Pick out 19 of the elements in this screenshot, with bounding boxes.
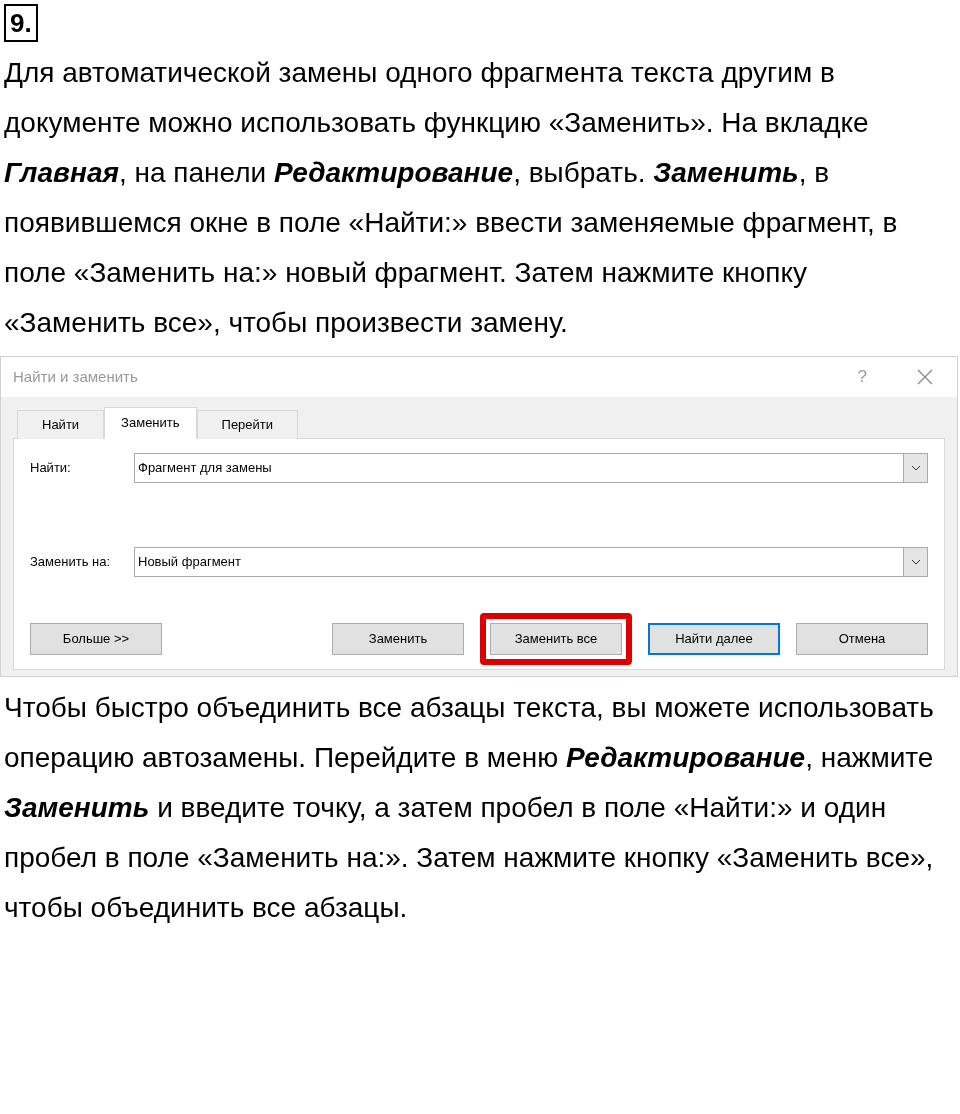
chevron-down-icon (910, 559, 921, 565)
dialog-button[interactable]: Найти далее (648, 623, 780, 655)
field-label: Заменить на: (30, 553, 112, 572)
paragraph: Для автоматической замены одного фрагмента текста другим в документе можно использовать функцию «Заменить». На вкладке Главная, на панели Редактирование, выбрать. Заменить, в появившемся окне в поле «Найти:» ввести заменяемые фрагмент, в поле «Заменить на:» новый фрагмент. Затем нажмите кнопку «Заменить все», чтобы произвести замену. (4, 56, 899, 340)
combo-box[interactable]: Новый фрагмент (134, 547, 928, 577)
dialog-button[interactable]: Больше >> (30, 623, 162, 655)
dialog-button[interactable]: Отмена (796, 623, 928, 655)
tab[interactable]: Перейти (196, 410, 299, 439)
dialog-button[interactable]: Заменить все (490, 623, 622, 655)
field-label: Найти: (30, 459, 72, 478)
window-title: Найти и заменить (13, 366, 138, 387)
tab[interactable]: Заменить (104, 407, 197, 439)
dialog-button[interactable]: Заменить (332, 623, 464, 655)
paragraph: Чтобы быстро объединить все абзацы текста, вы можете использовать операцию автозамены. Перейдите в меню Редактирование, нажмите Заменить и введите точку, а затем пробел в поле «Найти:» и один пробел в поле «Заменить на:». Затем нажмите кнопку «Заменить все», чтобы объединить все абзацы. (4, 691, 935, 925)
task-number: 9. (4, 4, 38, 42)
combo-box[interactable]: Фрагмент для замены (134, 453, 928, 483)
tab[interactable]: Найти (17, 410, 105, 439)
chevron-down-icon (910, 465, 921, 471)
close-icon[interactable] (917, 369, 933, 385)
